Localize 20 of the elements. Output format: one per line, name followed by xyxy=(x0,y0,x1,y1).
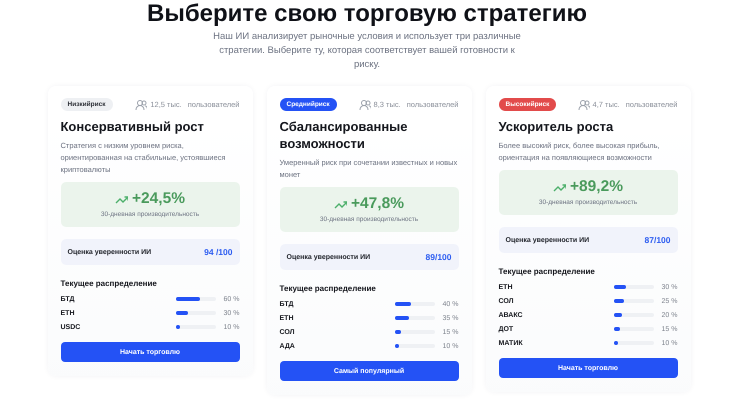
performance-value: +47,8% xyxy=(350,195,404,213)
confidence-score: 94 /100 xyxy=(204,247,232,257)
allocation-title: Текущее распределение xyxy=(498,267,596,276)
page-heading: Выберите свою торговую стратегию xyxy=(146,0,588,28)
users-icon xyxy=(135,98,148,110)
trend-up-icon xyxy=(114,194,128,204)
strategy-title: Сбалансированные возможности xyxy=(280,118,409,152)
confidence-score: 89/100 xyxy=(426,252,452,262)
strategy-title: Ускоритель роста xyxy=(498,118,614,135)
trend-up-icon xyxy=(334,199,347,209)
page-subtitle: Наш ИИ анализирует рыночные условия и использует три различные стратегии. Выберите ту, которая соответствует вашей готовности к риску. xyxy=(212,30,522,72)
users-icon xyxy=(358,98,371,110)
users-icon xyxy=(578,98,590,110)
trend-up-icon xyxy=(552,182,566,192)
allocation-title: Текущее распределение xyxy=(60,279,158,288)
confidence-score: 87/100 xyxy=(644,235,670,245)
allocation-title: Текущее распределение xyxy=(280,284,377,293)
performance-value: +89,2% xyxy=(570,178,623,196)
performance-value: +24,5% xyxy=(132,190,185,208)
strategy-title: Консервативный рост xyxy=(60,118,205,135)
